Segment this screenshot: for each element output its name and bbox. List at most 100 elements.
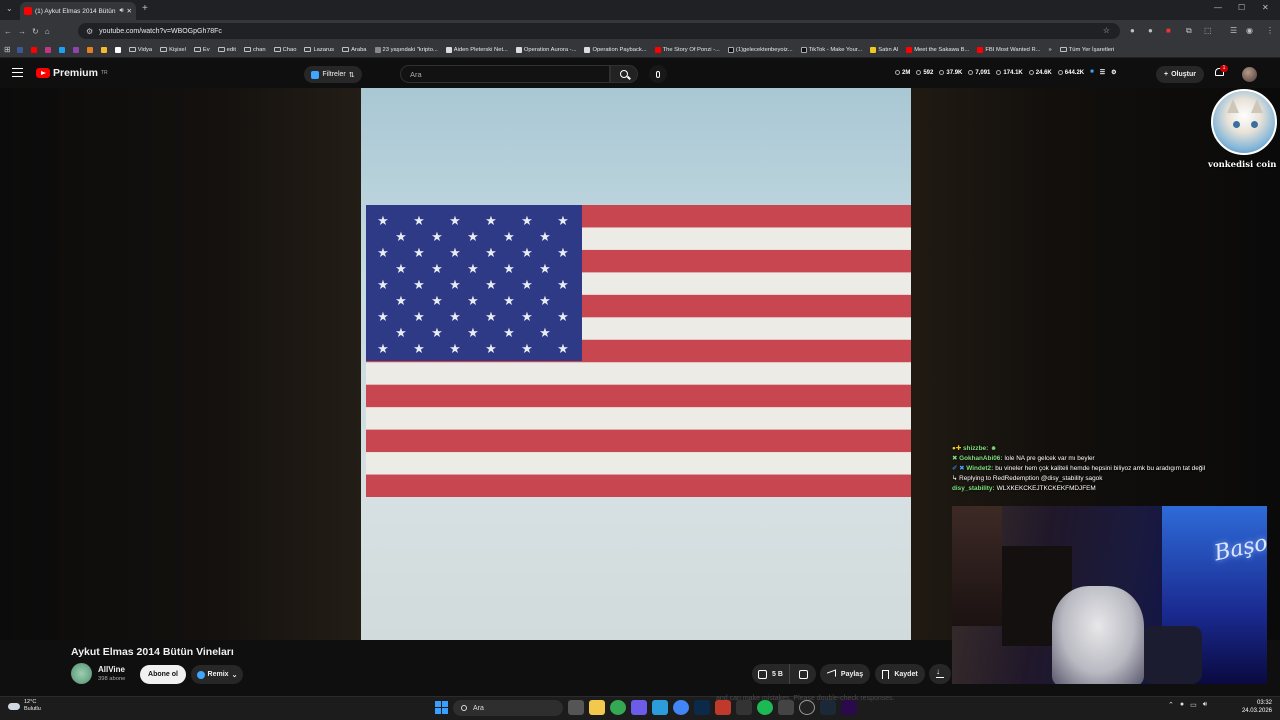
tab-active[interactable]: (1) Aykut Elmas 2014 Bütün Vineları 🔊︎ ✕ [20,2,136,20]
taskbar-search[interactable]: Ara [453,700,563,716]
bookmark-shortcut[interactable] [113,46,123,53]
profile-icon[interactable]: ◉ [1246,26,1253,35]
bookmark-link[interactable]: (1)gelecektenbeyoiz... [726,46,795,53]
flag-star: ★ [449,213,461,228]
voice-search-button[interactable] [649,65,667,83]
media-player-icon[interactable] [799,700,815,715]
reading-list-icon[interactable]: ☰ [1230,26,1237,35]
filters-button[interactable]: Filtreler ⇅ [304,66,362,83]
account-avatar[interactable] [1242,67,1257,82]
home-icon[interactable]: ⌂ [45,27,50,36]
minimize-icon[interactable]: — [1214,3,1222,12]
premiere-icon[interactable] [841,700,857,715]
bookmark-folder[interactable]: edit [216,47,238,53]
chrome-icon[interactable] [610,700,626,715]
like-button[interactable]: 5 B [752,664,790,684]
extension-icon[interactable]: ■ [1090,69,1094,76]
start-button[interactable] [435,701,448,714]
bookmarks-overflow-icon[interactable]: » [1047,47,1054,53]
app-icon[interactable] [778,700,794,715]
taskbar-clock[interactable]: 03:32 24.03.2026 [1236,699,1272,715]
apps-grid-icon[interactable]: ⊞ [4,45,11,54]
bookmark-shortcut[interactable] [85,46,95,53]
bookmark-folder[interactable]: Chao [272,47,299,53]
extension-icon[interactable]: ⚙ [1111,69,1116,76]
weather-widget[interactable]: 12°C Bulutlu [8,699,41,713]
bookmark-star-icon[interactable]: ☆ [1103,26,1110,35]
list-icon[interactable]: ☰ [1100,69,1105,76]
share-button[interactable]: Paylaş [820,664,870,684]
task-view-icon[interactable] [568,700,584,715]
hamburger-menu-icon[interactable] [12,68,23,77]
bookmark-shortcut[interactable] [43,46,53,53]
chrome-icon[interactable] [673,700,689,715]
extension-icon[interactable]: ● [1148,26,1153,35]
app-icon[interactable] [652,700,668,715]
subscribe-button[interactable]: Abone ol [140,665,186,684]
bookmark-folder[interactable]: Ev [192,47,212,53]
photoshop-icon[interactable] [694,700,710,715]
speaker-icon[interactable]: 🔊︎ [119,7,123,15]
channel-name[interactable]: AllVine [98,665,125,674]
bookmark-link[interactable]: FBI Most Wanted R... [975,46,1042,53]
new-tab-icon[interactable]: + [142,3,148,14]
tray-overflow-icon[interactable]: ⌃ [1168,701,1174,709]
video-player[interactable]: ★ ★ ★ ★ ★ ★ ★ ★ ★ ★ ★ ★ ★ ★ ★ ★ ★ ★ ★ ★ ★ ★ ★ ★ ★ ★ ★ ★ ★ ★ ★ ★ ★ ★ ★ ★ ★ ★ ★ ★… [361,88,911,640]
bookmark-shortcut[interactable] [29,46,39,53]
channel-avatar[interactable] [71,663,92,684]
volume-icon[interactable]: 🔊︎ [1203,701,1207,709]
site-info-icon[interactable]: ⚙ [86,27,93,36]
bookmark-link[interactable]: 23 yaşındaki "kripto... [373,46,440,53]
network-icon[interactable]: ▭ [1190,701,1197,709]
address-bar[interactable]: ⚙ youtube.com/watch?v=WBOGpGh78Fc ☆ [78,23,1120,39]
download-button[interactable] [929,664,951,684]
bookmark-link[interactable]: TikTok - Make Your... [799,46,865,53]
app-icon[interactable] [631,700,647,715]
menu-kebab-icon[interactable]: ⋮ [1266,26,1274,35]
bookmark-link[interactable]: Satın Al [868,46,900,53]
bookmark-shortcut[interactable] [57,46,67,53]
bookmark-folder[interactable]: Vidya [127,47,154,53]
close-window-icon[interactable]: ✕ [1262,3,1269,12]
reload-icon[interactable]: ↻ [32,27,39,36]
bookmark-shortcut[interactable] [71,46,81,53]
microphone-icon[interactable]: ● [1180,701,1184,709]
epic-games-icon[interactable] [736,700,752,715]
spotify-icon[interactable] [757,700,773,715]
bookmark-link[interactable]: Operation Aurora -... [514,46,579,53]
all-bookmarks-folder[interactable]: Tüm Yer İşaretleri [1058,47,1116,53]
close-tab-icon[interactable]: ✕ [127,7,132,15]
extension-icon[interactable]: ● [1130,26,1135,35]
forward-icon[interactable]: → [18,27,26,36]
steam-icon[interactable] [820,700,836,715]
flag-star: ★ [521,245,533,260]
bookmark-folder[interactable]: Kişisel [158,47,188,53]
remix-button[interactable]: Remix ⌄ [191,665,243,684]
bookmark-link[interactable]: Operation Payback... [582,46,648,53]
bookmark-shortcut[interactable] [15,46,25,53]
extension-icon[interactable]: ■ [1166,26,1171,35]
create-button[interactable]: + Oluştur [1156,66,1204,83]
bookmark-shortcut[interactable] [99,46,109,53]
flag-star: ★ [521,213,533,228]
bookmark-folder[interactable]: chan [242,47,268,53]
search-button[interactable] [610,65,638,83]
flag-star: ★ [413,309,425,324]
bookmark-folder[interactable]: Araba [340,47,368,53]
tab-list-icon[interactable]: ⌄ [6,4,13,13]
app-icon[interactable] [715,700,731,715]
maximize-icon[interactable]: ☐ [1238,3,1245,12]
bookmark-link[interactable]: Meet the Sakawa B... [904,46,971,53]
notifications-button[interactable]: 1 [1215,65,1228,79]
extension-icon[interactable]: ⧉ [1186,26,1192,36]
bookmark-link[interactable]: Aiden Pleterski Net... [444,46,510,53]
search-input[interactable]: Ara [400,65,610,83]
back-icon[interactable]: ← [4,27,12,36]
file-explorer-icon[interactable] [589,700,605,715]
youtube-logo[interactable]: Premium TR [36,67,108,79]
bookmark-link[interactable]: The Story Of Ponzi -... [653,46,722,53]
extensions-puzzle-icon[interactable]: ⬚ [1204,26,1212,35]
dislike-button[interactable] [790,664,816,684]
bookmark-folder[interactable]: Lazarus [302,47,336,53]
save-button[interactable]: Kaydet [875,664,925,684]
